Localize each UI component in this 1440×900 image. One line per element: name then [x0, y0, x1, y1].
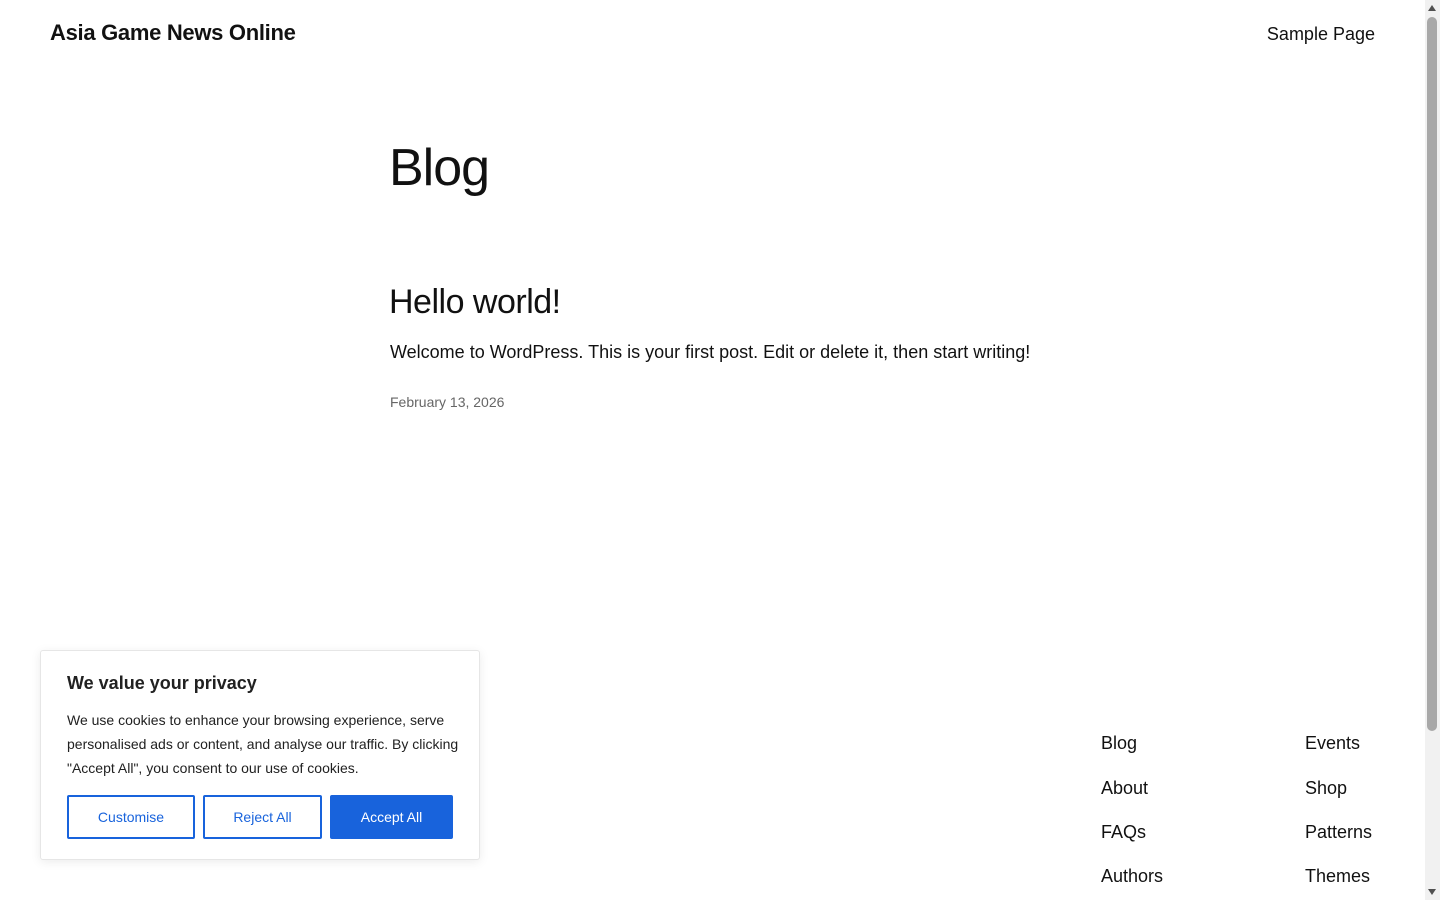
post-excerpt: Welcome to WordPress. This is your first…	[390, 342, 1031, 362]
cookie-banner-title: We value your privacy	[67, 673, 257, 693]
footer-nav-shop[interactable]: Shop	[1305, 778, 1347, 799]
footer-nav-authors[interactable]: Authors	[1101, 866, 1163, 887]
scroll-up-arrow-icon[interactable]	[1428, 5, 1436, 11]
footer-nav-patterns[interactable]: Patterns	[1305, 822, 1372, 843]
vertical-scrollbar[interactable]	[1425, 0, 1440, 900]
footer-nav-events[interactable]: Events	[1305, 733, 1360, 754]
header-nav: Sample Page	[1267, 24, 1375, 45]
accept-all-button[interactable]: Accept All	[330, 795, 453, 839]
customise-button[interactable]: Customise	[67, 795, 195, 839]
nav-item-sample-page[interactable]: Sample Page	[1267, 24, 1375, 44]
footer-nav-about[interactable]: About	[1101, 778, 1148, 799]
post-title: Hello world!	[389, 280, 561, 324]
page-title: Blog	[389, 139, 490, 197]
scroll-down-arrow-icon[interactable]	[1428, 889, 1436, 895]
reject-all-button[interactable]: Reject All	[203, 795, 322, 839]
post-title-link[interactable]: Hello world!	[389, 283, 561, 321]
scrollbar-thumb[interactable]	[1427, 17, 1437, 731]
site-title-link[interactable]: Asia Game News Online	[50, 20, 296, 46]
footer-nav-faqs[interactable]: FAQs	[1101, 822, 1146, 843]
footer-nav-blog[interactable]: Blog	[1101, 733, 1137, 754]
footer-nav-themes[interactable]: Themes	[1305, 866, 1370, 887]
post-date[interactable]: February 13, 2026	[390, 394, 504, 410]
cookie-consent-banner: We value your privacy We use cookies to …	[40, 650, 480, 860]
cookie-banner-text: We use cookies to enhance your browsing …	[67, 712, 459, 776]
